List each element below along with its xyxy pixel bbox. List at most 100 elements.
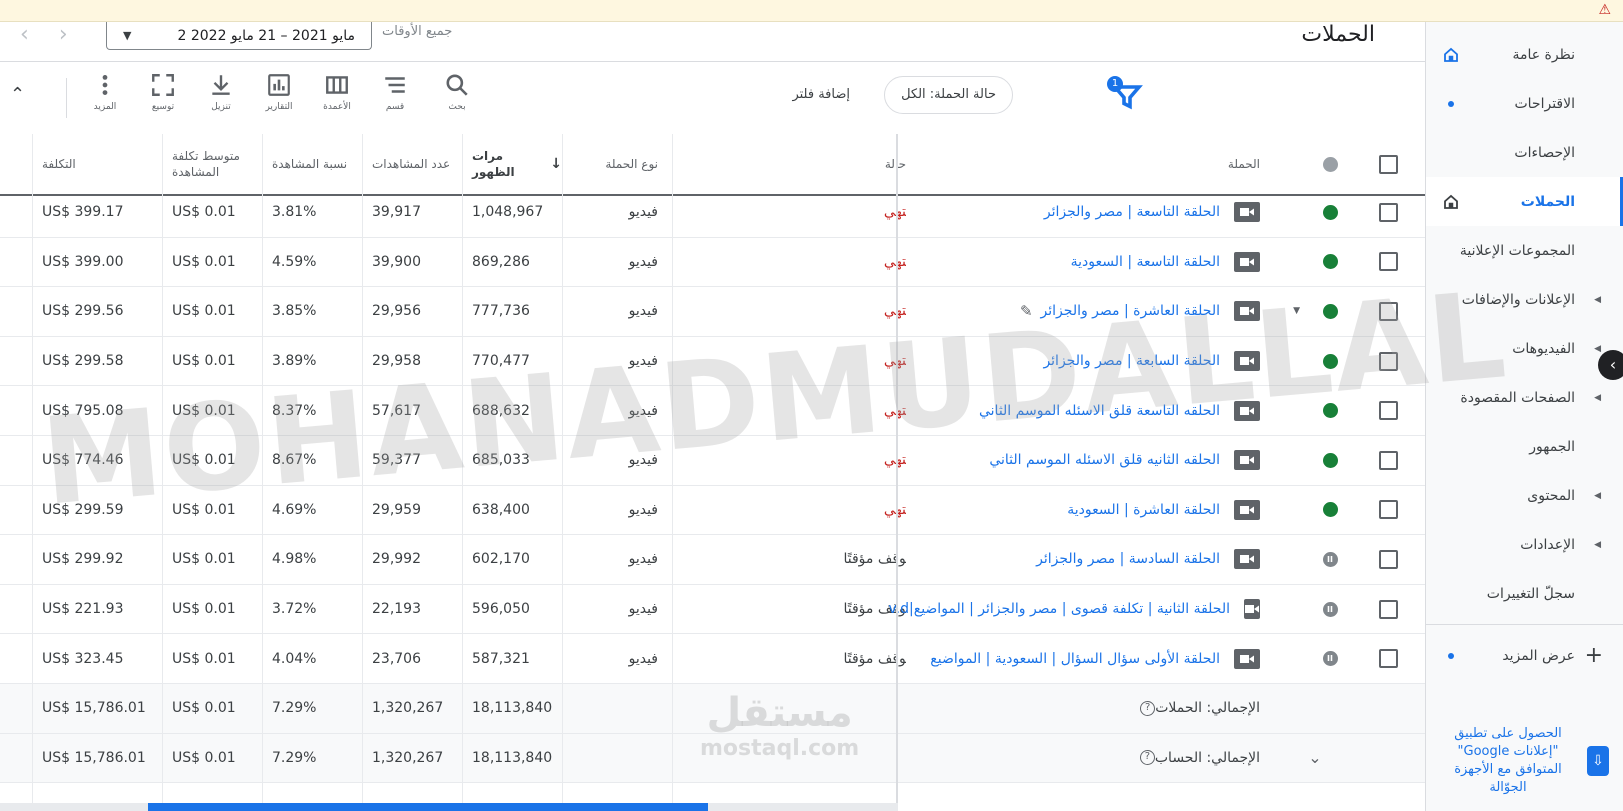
header-status[interactable]: حالة — [672, 134, 906, 194]
select-all-checkbox[interactable] — [1376, 134, 1400, 194]
reports-button[interactable]: التقارير — [254, 72, 304, 112]
expand-button[interactable]: توسيع — [138, 72, 188, 112]
campaign-name-link[interactable]: الحلقة العاشرة | السعودية — [1067, 502, 1220, 518]
paused-status-icon: II — [1322, 601, 1338, 617]
alert-icon[interactable]: ⚠ — [1598, 2, 1611, 18]
add-filter-button[interactable]: إضافة فلتر — [792, 87, 850, 102]
sidebar-item-3[interactable]: الحملات — [1426, 177, 1623, 226]
scrollbar-thumb[interactable] — [148, 803, 708, 811]
campaign-name-cell[interactable]: الحلقة الأولى سؤال السؤال | السعودية | ا… — [906, 634, 1260, 683]
sidebar-item-11[interactable]: سجلّ التغييرات — [1426, 569, 1623, 618]
sidebar-item-1[interactable]: الاقتراحات — [1426, 79, 1623, 128]
campaign-name-link[interactable]: الحلقة التاسعة | مصر والجزائر — [1044, 204, 1220, 220]
table-row[interactable]: US$ 399.00 US$ 0.01 4.59% 39,900 869,286 فيدي… — [0, 238, 1425, 288]
help-icon[interactable]: ? — [1140, 700, 1156, 716]
row-checkbox[interactable] — [1376, 337, 1400, 386]
header-view-rate[interactable]: نسبة المشاهدة — [262, 134, 362, 194]
campaign-name-cell[interactable]: الحلقة السادسة | مصر والجزائر — [906, 535, 1260, 584]
more-button[interactable]: المزيد — [80, 72, 130, 112]
views-cell: 39,900 — [372, 253, 421, 270]
campaign-name-cell[interactable]: الحلقة التاسعة | مصر والجزائر — [906, 188, 1260, 237]
columns-button[interactable]: الأعمدة — [312, 72, 362, 112]
row-checkbox[interactable] — [1376, 238, 1400, 287]
campaign-name-link[interactable]: الحلقه التاسعة قلق الاسئله الموسم الثاني — [979, 403, 1220, 419]
help-icon[interactable]: ? — [1139, 750, 1155, 766]
table-row[interactable]: US$ 399.17 US$ 0.01 3.81% 39,917 1,048,967 في… — [0, 188, 1425, 238]
header-cost[interactable]: التكلفة — [32, 134, 162, 194]
column-divider — [562, 134, 563, 803]
table-row[interactable]: US$ 323.45 US$ 0.01 4.04% 23,706 587,321 فيدي… — [0, 634, 1425, 684]
views-cell: 23,706 — [372, 650, 421, 667]
sidebar-item-7[interactable]: ◀ الصفحات المقصودة — [1426, 373, 1623, 422]
mobile-app-promo[interactable]: ⇩ الحصول على تطبيق "إعلانات Google" المت… — [1425, 725, 1623, 797]
sidebar-item-8[interactable]: الجمهور — [1426, 422, 1623, 471]
row-checkbox[interactable] — [1376, 188, 1400, 237]
header-campaign[interactable]: الحملة — [906, 134, 1260, 194]
campaign-name-cell[interactable]: الحلقة التاسعة | السعودية — [906, 238, 1260, 287]
header-views[interactable]: عدد المشاهدات — [362, 134, 462, 194]
status-dot-cell: II — [1320, 535, 1340, 584]
header-impressions[interactable]: مرات الظهور ↓ — [462, 134, 562, 194]
table-row[interactable]: US$ 299.92 US$ 0.01 4.98% 29,992 602,170 فيدي… — [0, 535, 1425, 585]
search-button[interactable]: بحث — [432, 72, 482, 112]
campaign-name-cell[interactable]: الحلقة الثانية | تكلفة قصوى | مصر والجزا… — [888, 585, 1260, 634]
video-campaign-icon — [1234, 301, 1260, 322]
sidebar-item-10[interactable]: ◀ الإعدادات — [1426, 520, 1623, 569]
table-row[interactable]: US$ 221.93 US$ 0.01 3.72% 22,193 596,050 فيدي… — [0, 585, 1425, 635]
date-nav-arrows[interactable]: ‹› — [20, 22, 98, 47]
horizontal-scrollbar[interactable] — [0, 803, 898, 811]
sidebar-item-12[interactable]: + عرض المزيد — [1426, 631, 1623, 680]
table-row[interactable]: US$ 299.59 US$ 0.01 4.69% 29,959 638,400 فيدي… — [0, 486, 1425, 536]
campaign-name-link[interactable]: الحلقة السادسة | مصر والجزائر — [1036, 551, 1220, 567]
campaign-status-filter-chip[interactable]: حالة الحملة: الكل — [884, 76, 1013, 114]
sidebar-item-4[interactable]: المجموعات الإعلانية — [1426, 226, 1623, 275]
search-label: بحث — [448, 102, 466, 112]
row-checkbox[interactable] — [1376, 585, 1400, 634]
campaign-type-cell: فيديو — [628, 402, 658, 419]
sidebar-item-2[interactable]: الإحصاءات — [1426, 128, 1623, 177]
edit-pencil-icon[interactable]: ✎ — [1020, 302, 1033, 320]
sidebar-item-0[interactable]: نظرة عامة — [1426, 30, 1623, 79]
chevron-down-icon[interactable]: ⌄ — [1300, 734, 1330, 783]
next-period-icon[interactable]: › — [59, 22, 98, 47]
header-campaign-type[interactable]: نوع الحملة — [562, 134, 670, 194]
row-checkbox[interactable] — [1376, 486, 1400, 535]
sidebar-item-label: الفيديوهات — [1512, 340, 1575, 357]
row-checkbox[interactable] — [1376, 535, 1400, 584]
campaign-name-link[interactable]: الحلقه الثانيه قلق الاسئله الموسم الثاني — [989, 452, 1220, 468]
campaign-name-cell[interactable]: الحلقة السابعة | مصر والجزائر — [906, 337, 1260, 386]
sidebar-item-5[interactable]: ◀ الإعلانات والإضافات — [1426, 275, 1623, 324]
date-range-picker[interactable]: ▼ 2 مايو 2021 – 21 مايو 2022 — [106, 22, 372, 50]
status-cell: منتهي — [672, 337, 906, 386]
campaign-name-cell[interactable]: الحلقه الثانيه قلق الاسئله الموسم الثاني — [906, 436, 1260, 485]
row-checkbox[interactable] — [1376, 634, 1400, 683]
chevron-up-icon[interactable]: ⌃ — [10, 84, 25, 105]
row-checkbox[interactable] — [1376, 386, 1400, 435]
campaign-name-link[interactable]: الحلقة السابعة | مصر والجزائر — [1043, 353, 1220, 369]
total-view-rate-cell: 7.29% — [272, 700, 317, 717]
campaign-name-link[interactable]: الحلقة العاشرة | مصر والجزائر — [1041, 303, 1220, 319]
campaign-name-cell[interactable]: الحلقه التاسعة قلق الاسئله الموسم الثاني — [906, 386, 1260, 435]
sidebar-toggle-chevron-icon[interactable]: ‹ — [1598, 350, 1623, 380]
status-dropdown-icon[interactable]: ▼ — [1293, 306, 1300, 316]
campaign-name-link[interactable]: الحلقة الأولى سؤال السؤال | السعودية | ا… — [930, 651, 1220, 667]
table-row[interactable]: US$ 299.56 US$ 0.01 3.85% 29,956 777,736 فيدي… — [0, 287, 1425, 337]
filter-button[interactable]: 1 — [1107, 76, 1145, 114]
row-checkbox[interactable] — [1376, 436, 1400, 485]
row-checkbox[interactable] — [1376, 287, 1400, 336]
header-avg-cpv[interactable]: متوسط تكلفة المشاهدة — [162, 134, 262, 194]
campaign-name-link[interactable]: الحلقة الثانية | تكلفة قصوى | مصر والجزا… — [888, 601, 1230, 617]
prev-period-icon[interactable]: ‹ — [20, 22, 59, 47]
campaign-name-cell[interactable]: الحلقة العاشرة | السعودية — [906, 486, 1260, 535]
segment-button[interactable]: قسم — [370, 72, 420, 112]
sidebar-item-6[interactable]: ◀ الفيديوهات — [1426, 324, 1623, 373]
campaign-name-link[interactable]: الحلقة التاسعة | السعودية — [1071, 254, 1220, 270]
video-campaign-icon — [1234, 400, 1260, 421]
table-row[interactable]: US$ 795.08 US$ 0.01 8.37% 57,617 688,632 فيدي… — [0, 386, 1425, 436]
view-rate-cell: 8.37% — [272, 402, 317, 419]
table-row[interactable]: US$ 774.46 US$ 0.01 8.67% 59,377 685,033 فيدي… — [0, 436, 1425, 486]
download-button[interactable]: تنزيل — [196, 72, 246, 112]
sidebar-item-9[interactable]: ◀ المحتوى — [1426, 471, 1623, 520]
table-row[interactable]: US$ 299.58 US$ 0.01 3.89% 29,958 770,477 فيدي… — [0, 337, 1425, 387]
campaign-name-cell[interactable]: ✎ الحلقة العاشرة | مصر والجزائر ▼ — [906, 287, 1300, 336]
